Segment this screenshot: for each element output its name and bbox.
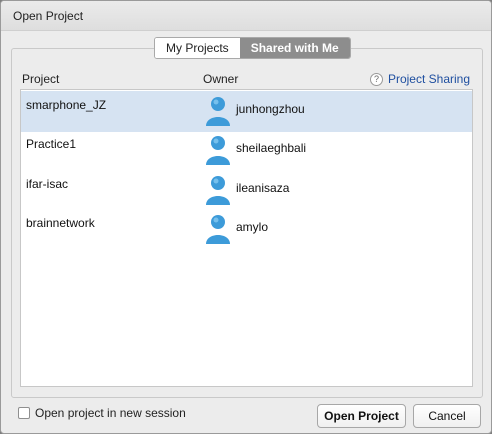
shared-projects-list[interactable]: smarphone_JZ junhongzhou Practice1 sheil…: [20, 89, 473, 387]
open-project-dialog: Open Project My Projects Shared with Me …: [0, 0, 492, 434]
project-column-header: Project: [22, 72, 60, 86]
project-row-smarphone-jz[interactable]: smarphone_JZ junhongzhou: [21, 91, 472, 132]
open-project-button[interactable]: Open Project: [317, 404, 406, 428]
user-icon: [206, 215, 230, 244]
tab-my-projects[interactable]: My Projects: [155, 38, 240, 58]
user-icon: [206, 136, 230, 165]
question-icon: ?: [369, 72, 383, 86]
owner-name: ileanisaza: [236, 181, 290, 195]
project-name: ifar-isac: [26, 177, 69, 191]
project-row-brainnetwork[interactable]: brainnetwork amylo: [21, 209, 472, 250]
project-name: Practice1: [26, 137, 77, 151]
cancel-button[interactable]: Cancel: [413, 404, 481, 428]
new-session-checkbox[interactable]: [18, 407, 30, 419]
project-name: brainnetwork: [26, 216, 95, 230]
owner-column-header: Owner: [203, 72, 239, 86]
project-sharing-link[interactable]: ? Project Sharing: [369, 72, 470, 86]
project-name: smarphone_JZ: [26, 98, 107, 112]
project-row-practice1[interactable]: Practice1 sheilaeghbali: [21, 130, 472, 171]
new-session-label: Open project in new session: [35, 406, 186, 420]
title-bar[interactable]: Open Project: [1, 1, 491, 31]
window-title: Open Project: [13, 9, 84, 23]
owner-name: amylo: [236, 220, 269, 234]
tab-shared-with-me[interactable]: Shared with Me: [239, 38, 350, 58]
owner-name: sheilaeghbali: [236, 141, 307, 155]
project-sharing-label: Project Sharing: [387, 72, 470, 86]
user-icon: [206, 97, 230, 126]
tab-bar: My Projects Shared with Me: [154, 37, 351, 59]
owner-name: junhongzhou: [236, 102, 305, 116]
project-row-ifar-isac[interactable]: ifar-isac ileanisaza: [21, 170, 472, 211]
new-session-option[interactable]: Open project in new session: [18, 406, 186, 420]
user-icon: [206, 176, 230, 205]
